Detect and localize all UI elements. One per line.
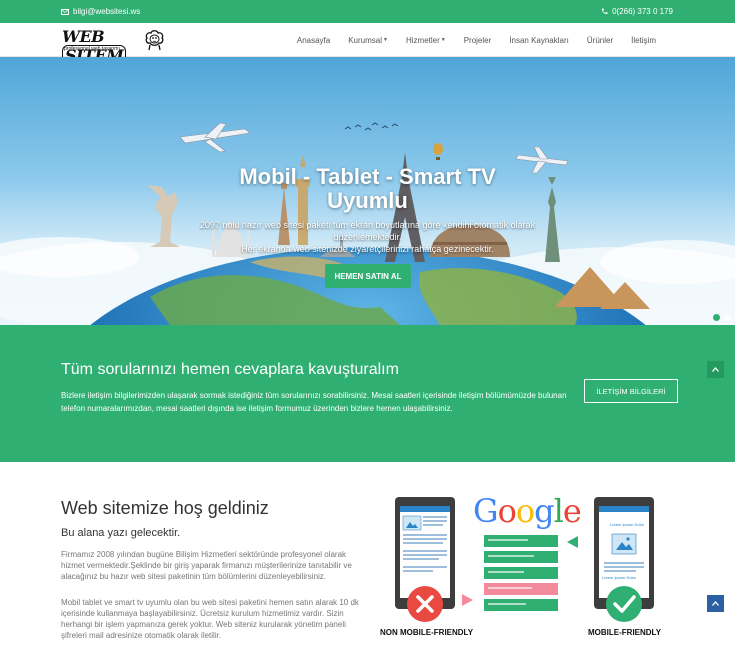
chevron-up-icon (712, 367, 719, 372)
google-logo: Google (473, 492, 582, 530)
main-navbar: WEB SITEM profesyonel web tasarımı Anasa… (0, 23, 735, 66)
welcome-paragraph-1: Firmamız 2008 yılından bugüne Bilişim Hi… (61, 550, 352, 581)
contact-band-title: Tüm sorularınızı hemen cevaplara kavuştu… (61, 361, 399, 378)
hero-subtitle-line-2: Her ekranda web sitenizde ziyaretçilerin… (241, 244, 494, 254)
nav-anasayfa[interactable]: Anasayfa (288, 36, 339, 45)
nav-label: Kurumsal (348, 35, 383, 45)
nav-label: İletişim (631, 35, 656, 45)
site-logo[interactable]: WEB SITEM profesyonel web tasarımı (62, 27, 170, 66)
topbar-phone[interactable]: 0(266) 373 0 179 (601, 7, 673, 16)
topbar-phone-text[interactable]: 0(266) 373 0 179 (612, 7, 673, 16)
nav-hizmetler[interactable]: Hizmetler ▼ (397, 36, 455, 45)
mobile-friendly-illustration: Google Lorem Ipsum Dolor Lorem Ipsum Dol… (376, 492, 676, 642)
nav-label: Anasayfa (296, 35, 331, 45)
logo-tagline: profesyonel web tasarımı (64, 46, 120, 52)
contact-band: Tüm sorularınızı hemen cevaplara kavuştu… (0, 325, 735, 462)
chevron-up-icon (712, 601, 719, 606)
top-contact-bar: bilgi@websitesi.ws 0(266) 373 0 179 (0, 0, 735, 23)
slider-dot-2[interactable] (724, 314, 731, 321)
hero-title: Mobil - Tablet - Smart TV Uyumlu (0, 165, 735, 213)
nav-kurumsal[interactable]: Kurumsal ▼ (339, 36, 397, 45)
welcome-lead: Bu alana yazı gelecektir. (61, 527, 181, 539)
sheep-mascot-icon (145, 30, 164, 51)
caret-down-icon: ▼ (440, 37, 446, 43)
envelope-icon (61, 8, 69, 15)
nav-iletisim[interactable]: İletişim (622, 36, 665, 45)
hero-slider: Mobil - Tablet - Smart TV Uyumlu 2097 no… (0, 57, 735, 325)
nav-label: İnsan Kaynakları (509, 35, 569, 45)
hero-title-line-1: Mobil - Tablet - Smart TV (239, 164, 496, 189)
slider-pagination (713, 314, 731, 321)
mobile-friendly-label: MOBILE-FRIENDLY (588, 628, 662, 637)
phone-icon (602, 8, 608, 15)
phone-screen-caption: Lorem Ipsum Dolor (602, 575, 637, 580)
contact-info-button[interactable]: İLETİŞİM BİLGİLERİ (584, 379, 678, 403)
hero-subtitle-line-1: 2097 nolu hazır web sitesi paketi tüm ek… (199, 220, 536, 242)
hero-subtitle: 2097 nolu hazır web sitesi paketi tüm ek… (180, 219, 555, 255)
main-menu: Anasayfa Kurumsal ▼ Hizmetler ▼ Projeler İ… (288, 23, 665, 57)
topbar-email[interactable]: bilgi@websitesi.ws (61, 7, 140, 16)
contact-band-text: Bizlere iletişim bilgilerimizden ulaşara… (61, 391, 567, 413)
hero-title-line-2: Uyumlu (327, 188, 408, 213)
back-to-top-button[interactable] (707, 595, 724, 612)
nav-insan-kaynaklari[interactable]: İnsan Kaynakları (500, 36, 578, 45)
slider-dot-1[interactable] (713, 314, 720, 321)
non-mobile-friendly-label: NON MOBILE-FRIENDLY (380, 628, 474, 637)
nav-label: Projeler (463, 35, 492, 45)
nav-urunler[interactable]: Ürünler (578, 36, 622, 45)
scroll-up-button[interactable] (707, 361, 724, 378)
welcome-paragraph-2: Mobil tablet ve smart tv uyumlu olan bu … (61, 598, 359, 640)
nav-label: Ürünler (586, 35, 614, 45)
nav-label: Hizmetler (405, 35, 440, 45)
phone-screen-title: Lorem Ipsum Dolor (610, 522, 645, 527)
nav-projeler[interactable]: Projeler (455, 36, 501, 45)
caret-down-icon: ▼ (383, 37, 388, 43)
buy-now-button[interactable]: HEMEN SATIN AL (325, 264, 411, 288)
welcome-title: Web sitemize hoş geldiniz (61, 498, 269, 518)
topbar-email-text[interactable]: bilgi@websitesi.ws (73, 7, 140, 16)
